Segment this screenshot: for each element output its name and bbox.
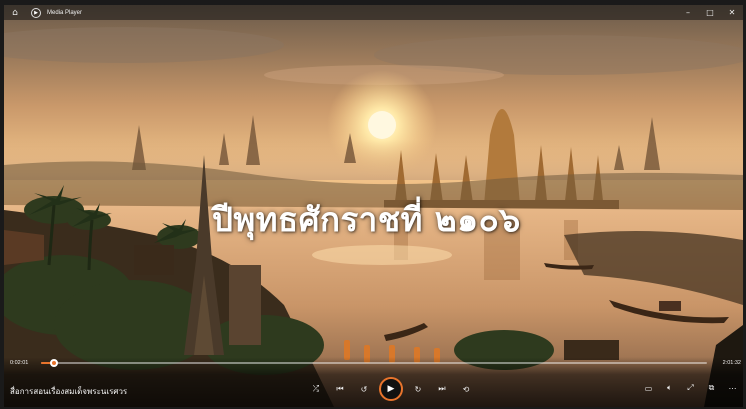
maximize-button[interactable]: □ [699, 5, 721, 20]
video-caption: ปีพุทธศักราชที่ ๒๑๐๖ [212, 200, 521, 239]
forward-30-icon[interactable]: ↻ [406, 378, 430, 400]
repeat-off-icon[interactable]: ⟲ [454, 378, 478, 400]
media-title: สื่อการสอนเรื่องสมเด็จพระนเรศวร [10, 387, 128, 396]
rewind-10-icon[interactable]: ↺ [352, 378, 376, 400]
volume-icon[interactable]: 🔈︎ [659, 378, 680, 398]
close-button[interactable]: ✕ [721, 5, 743, 20]
total-time: 2:01:32 [722, 360, 741, 366]
shuffle-icon[interactable]: ⤮ [304, 378, 328, 400]
seek-thumb[interactable] [50, 359, 59, 367]
next-icon[interactable]: ⏭ [430, 378, 454, 400]
transport-controls: 0:02:01 2:01:32 สื่อการสอนเรื่องสมเด็จพร… [4, 357, 743, 407]
playback-buttons: ⤮ ⏮ ↺ ▶ ↻ ⏭ ⟲ [304, 377, 478, 401]
cast-icon[interactable]: ⧉ [701, 378, 722, 398]
secondary-buttons: ▭ 🔈︎ ⤢ ⧉ ⋯ [638, 378, 743, 398]
minimize-button[interactable]: – [677, 5, 699, 20]
subtitles-icon[interactable]: ▭ [638, 378, 659, 398]
current-time: 0:02:01 [10, 360, 29, 366]
play-icon[interactable]: ▶ [379, 377, 403, 401]
window-controls: – □ ✕ [677, 5, 743, 20]
seek-bar[interactable] [41, 359, 707, 367]
more-icon[interactable]: ⋯ [722, 378, 743, 398]
app-title: Media Player [47, 9, 83, 16]
home-icon[interactable]: ⌂ [9, 7, 21, 19]
fullscreen-icon[interactable]: ⤢ [680, 378, 701, 398]
media-player-window: ⌂ ▶ Media Player – □ ✕ ปีพุทธศักราชที่ ๒… [4, 5, 743, 407]
title-bar: ⌂ ▶ Media Player – □ ✕ [4, 5, 743, 20]
media-player-icon: ▶ [31, 7, 41, 18]
previous-icon[interactable]: ⏮ [328, 378, 352, 400]
